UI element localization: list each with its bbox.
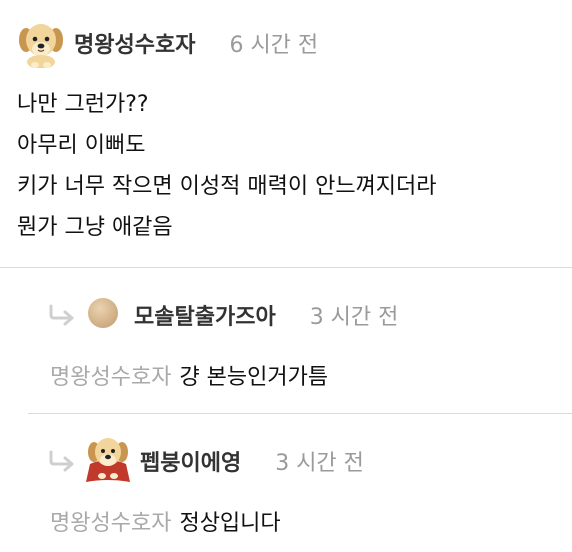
reply-header: 펩붕이에영 3 시간 전 (48, 436, 364, 486)
reply-author[interactable]: 모솔탈출가즈아 (134, 299, 276, 331)
comment-line: 키가 너무 작으면 이성적 매력이 안느껴지더라 (17, 174, 437, 199)
puppy-avatar-icon (19, 24, 63, 69)
divider (28, 413, 572, 414)
comment-line: 뭔가 그냥 애같음 (17, 215, 173, 240)
reply-author[interactable]: 펩붕이에영 (140, 445, 241, 477)
reply-text: 정상입니다 (179, 511, 281, 536)
divider (0, 267, 572, 268)
puppy-caped-avatar[interactable] (84, 434, 132, 488)
comment-line: 나만 그런가?? (17, 92, 149, 117)
comment-body: 나만 그런가?? 아무리 이뻐도 키가 너무 작으면 이성적 매력이 안느껴지더… (17, 84, 567, 248)
reply-timestamp: 3 시간 전 (275, 451, 364, 476)
reply-text: 걍 본능인거가틈 (179, 365, 329, 390)
reply-mention[interactable]: 명왕성수호자 (50, 511, 171, 536)
reply-body: 명왕성수호자 정상입니다 (50, 505, 281, 537)
reply-mention[interactable]: 명왕성수호자 (50, 365, 171, 390)
reply-arrow-icon (49, 450, 74, 472)
comment-author[interactable]: 명왕성수호자 (74, 27, 195, 59)
puppy-caped-avatar-icon (86, 438, 130, 482)
tan-circle-avatar[interactable] (86, 296, 120, 334)
puppy-avatar[interactable] (16, 18, 66, 69)
reply-arrow-icon (49, 304, 74, 326)
reply-body: 명왕성수호자 걍 본능인거가틈 (50, 359, 328, 391)
comment-line: 아무리 이뻐도 (17, 133, 146, 158)
comment-timestamp: 6 시간 전 (229, 33, 319, 58)
reply-timestamp: 3 시간 전 (309, 305, 399, 330)
reply-header: 모솔탈출가즈아 3 시간 전 (48, 296, 398, 334)
avatar-icon (88, 298, 118, 328)
comment-header: 명왕성수호자 6 시간 전 (16, 18, 319, 69)
